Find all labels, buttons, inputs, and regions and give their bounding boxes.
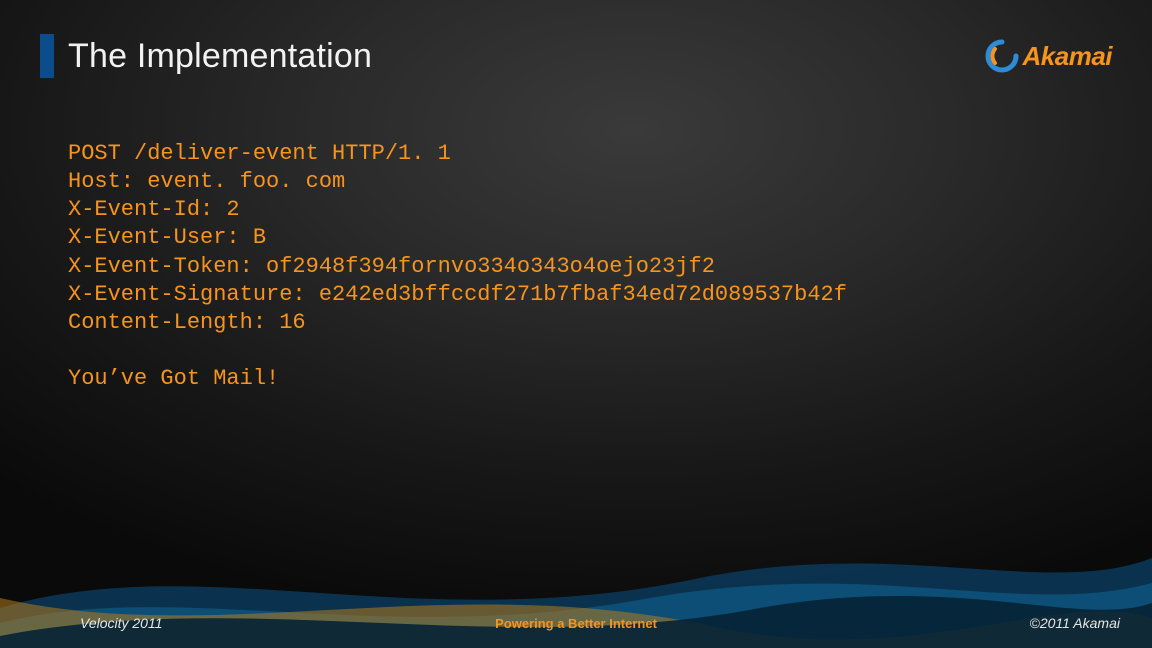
footer-copyright: ©2011 Akamai xyxy=(1030,615,1120,631)
footer-tagline: Powering a Better Internet xyxy=(495,616,657,631)
content-area: POST /deliver-event HTTP/1. 1 Host: even… xyxy=(68,140,1084,393)
title-wrap: The Implementation xyxy=(40,34,372,78)
brand-logo: Akamai xyxy=(985,39,1113,73)
brand-name: Akamai xyxy=(1023,41,1113,72)
header: The Implementation Akamai xyxy=(40,34,1112,78)
http-request-code: POST /deliver-event HTTP/1. 1 Host: even… xyxy=(68,140,1084,393)
akamai-swoosh-icon xyxy=(985,39,1019,73)
footer-event: Velocity 2011 xyxy=(80,615,163,631)
slide-title: The Implementation xyxy=(68,37,372,76)
footer: Velocity 2011 Powering a Better Internet… xyxy=(0,608,1152,648)
title-bar-accent xyxy=(40,34,54,78)
